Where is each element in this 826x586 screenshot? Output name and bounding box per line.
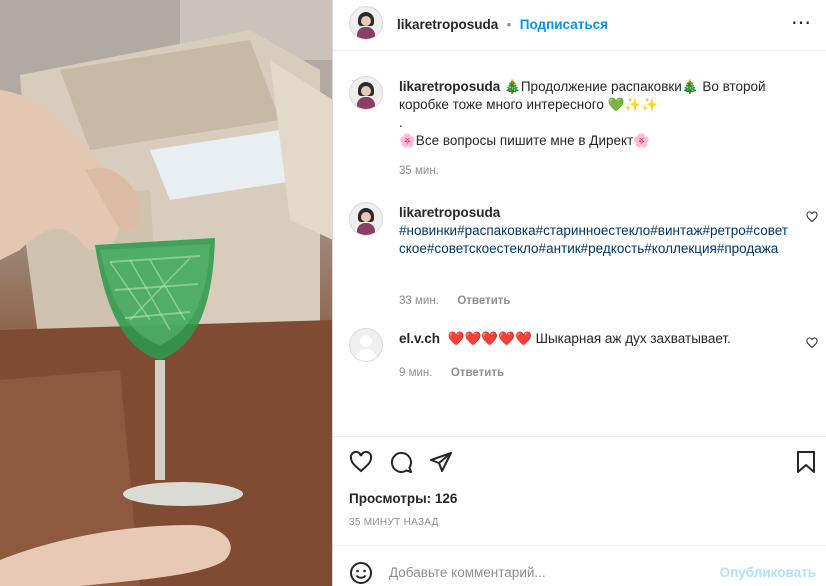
bookmark-icon[interactable] [795, 450, 817, 474]
follow-button[interactable]: Подписаться [520, 17, 608, 32]
reply-button[interactable]: Ответить [457, 295, 510, 307]
comment-username[interactable]: el.v.ch [399, 331, 440, 346]
caption-dot: . [399, 115, 403, 130]
view-count: Просмотры: 126 [349, 491, 458, 506]
caption-username[interactable]: likaretroposuda [399, 79, 500, 94]
comment-icon[interactable] [389, 450, 413, 474]
share-icon[interactable] [429, 450, 453, 474]
post-panel: likaretroposuda • Подписаться ⋯ likaretr… [333, 0, 826, 586]
emoji-icon[interactable] [349, 561, 373, 585]
heart-icon[interactable] [349, 450, 373, 474]
comment-username[interactable]: likaretroposuda [399, 205, 500, 220]
comment-time: 9 мин. [399, 367, 433, 379]
author-username[interactable]: likaretroposuda [397, 17, 498, 32]
reply-button[interactable]: Ответить [451, 367, 504, 379]
video-frame [0, 0, 333, 586]
more-options-icon[interactable]: ⋯ [791, 10, 812, 35]
post-timestamp[interactable]: 35 МИНУТ НАЗАД [349, 517, 439, 528]
comment-time: 33 мин. [399, 295, 439, 307]
comment-input[interactable] [389, 562, 699, 582]
comment-avatar-default[interactable] [349, 328, 383, 362]
author-avatar[interactable] [349, 6, 383, 40]
caption-contact: 🌸Все вопросы пишите мне в Директ🌸 [399, 133, 651, 148]
caption-avatar[interactable] [349, 76, 383, 110]
publish-button[interactable]: Опубликовать [720, 565, 816, 580]
caption-time: 35 мин. [399, 165, 439, 177]
separator-dot: • [506, 17, 512, 32]
post-header: likaretroposuda • Подписаться ⋯ [333, 0, 826, 46]
comment-divider [333, 545, 826, 546]
comment-like-icon[interactable] [806, 337, 818, 349]
comment-avatar[interactable] [349, 202, 383, 236]
header-divider [333, 50, 826, 51]
comment-text: ❤️❤️❤️❤️❤️ Шыкарная аж дух захватывает. [447, 331, 731, 346]
actions-divider [333, 436, 826, 437]
comment-like-icon[interactable] [806, 211, 818, 223]
post-media[interactable] [0, 0, 333, 586]
comment-hashtags[interactable]: #новинки#распаковка#старинноестекло#винт… [399, 223, 788, 256]
